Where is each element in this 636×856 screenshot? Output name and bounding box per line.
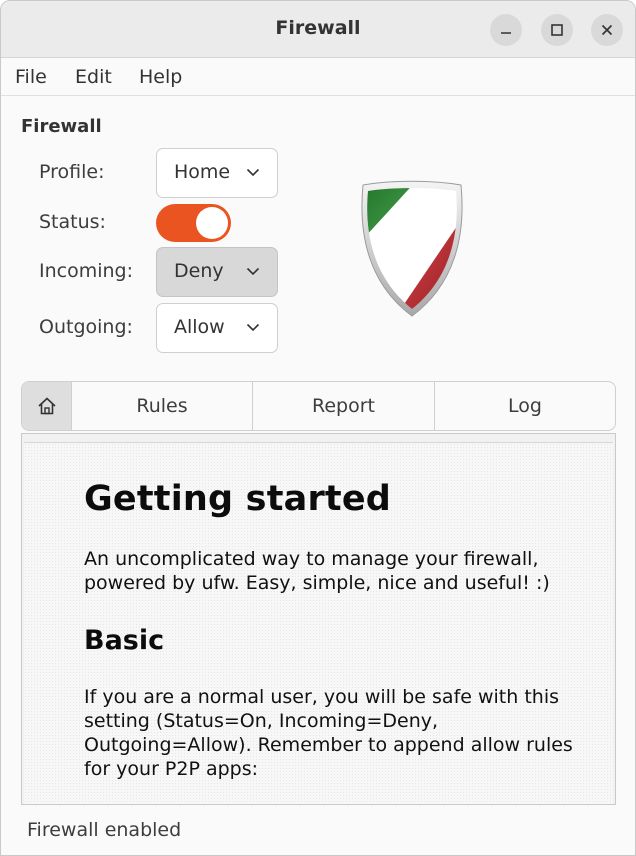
intro-text: An uncomplicated way to manage your fire… — [84, 548, 550, 594]
chevron-down-icon — [246, 267, 260, 276]
status-toggle[interactable] — [156, 204, 231, 242]
chevron-down-icon — [246, 168, 260, 177]
window-title: Firewall — [275, 17, 361, 39]
incoming-value: Deny — [174, 260, 224, 282]
chevron-down-icon — [246, 323, 260, 332]
section-title: Firewall — [21, 116, 102, 137]
maximize-icon — [551, 24, 563, 36]
tab-rules[interactable]: Rules — [72, 382, 253, 430]
status-message: Firewall enabled — [27, 819, 182, 841]
outgoing-value: Allow — [174, 316, 225, 338]
tab-home[interactable] — [22, 382, 72, 430]
menu-edit[interactable]: Edit — [75, 66, 112, 88]
notebook-tabs: Rules Report Log — [21, 381, 616, 431]
profile-label: Profile: — [39, 161, 105, 183]
profile-value: Home — [174, 161, 231, 183]
page-heading: Getting started — [84, 479, 392, 519]
status-label: Status: — [39, 211, 106, 233]
gufw-shield-icon — [361, 180, 463, 317]
content-panel[interactable]: Getting started An uncomplicated way to … — [21, 433, 616, 805]
getting-started-view: Getting started An uncomplicated way to … — [24, 442, 613, 804]
maximize-button[interactable] — [541, 14, 573, 46]
minimize-button[interactable] — [490, 14, 522, 46]
status-bar: Firewall enabled — [1, 807, 635, 855]
title-bar: Firewall — [1, 1, 635, 58]
minimize-icon — [501, 32, 511, 34]
incoming-label: Incoming: — [39, 260, 134, 282]
tab-report[interactable]: Report — [253, 382, 435, 430]
menu-bar: File Edit Help — [1, 58, 635, 96]
menu-help[interactable]: Help — [139, 66, 182, 88]
outgoing-label: Outgoing: — [39, 316, 133, 338]
firewall-window: Firewall File Edit Help Firewall Profile… — [0, 0, 636, 856]
profile-dropdown[interactable]: Home — [156, 148, 278, 198]
menu-file[interactable]: File — [15, 66, 47, 88]
home-icon — [37, 397, 56, 415]
incoming-dropdown[interactable]: Deny — [156, 247, 278, 297]
tab-log[interactable]: Log — [435, 382, 615, 430]
toggle-knob — [196, 207, 228, 239]
close-icon — [601, 24, 613, 36]
section-heading: Basic — [84, 625, 165, 656]
basic-text: If you are a normal user, you will be sa… — [84, 686, 573, 780]
close-button[interactable] — [591, 14, 623, 46]
outgoing-dropdown[interactable]: Allow — [156, 303, 278, 353]
